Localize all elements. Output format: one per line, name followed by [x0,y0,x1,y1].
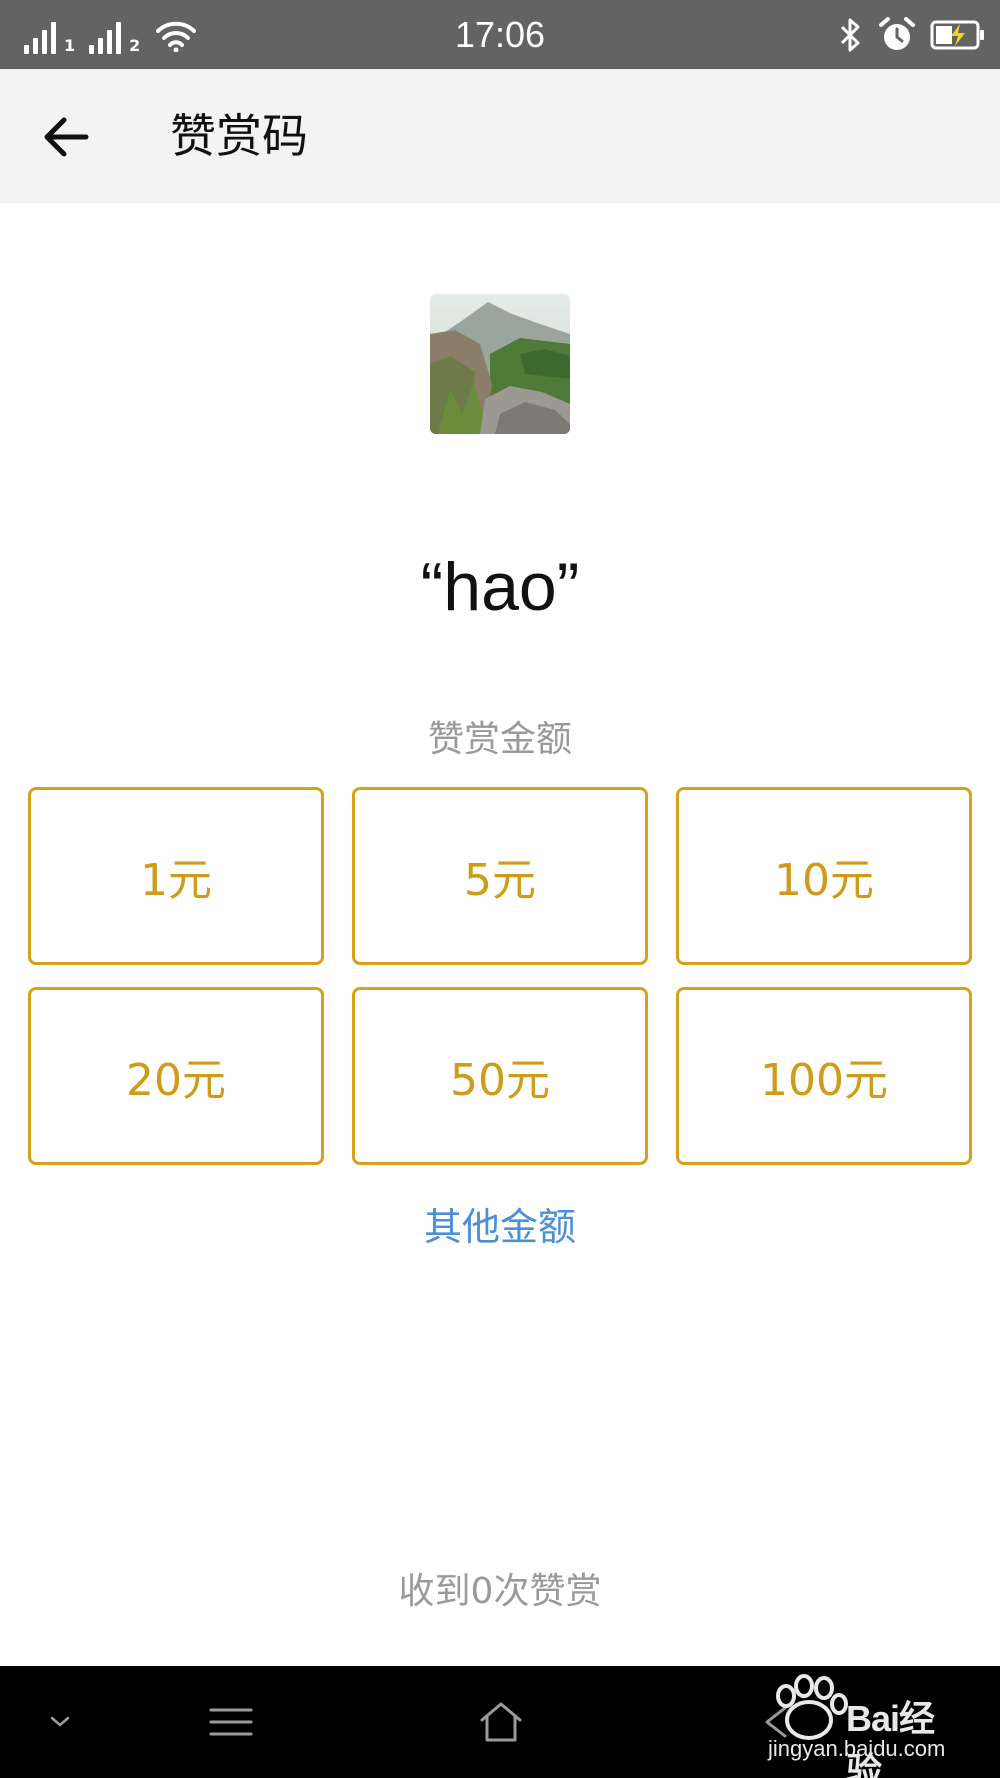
amount-button-10[interactable]: 10元 [676,787,972,965]
nav-home-button[interactable] [466,1666,536,1778]
reward-amount-label: 赞赏金额 [427,719,572,760]
battery-charging-icon [930,20,984,50]
back-button[interactable] [38,109,94,165]
watermark-url: jingyan.baidu.com [768,1736,946,1761]
arrow-left-icon [44,117,89,157]
paw-icon [776,1674,848,1740]
home-icon [480,1702,522,1742]
amount-button-20[interactable]: 20元 [28,987,324,1165]
nav-collapse-button[interactable] [30,1666,90,1778]
app-header: 赞赏码 [0,69,1000,203]
amount-button-100[interactable]: 100元 [676,987,972,1165]
amount-button-5[interactable]: 5元 [352,787,648,965]
page-title: 赞赏码 [170,109,308,163]
nav-menu-button[interactable] [196,1666,266,1778]
other-amount-link[interactable]: 其他金额 [0,1196,1000,1251]
chevron-down-icon [50,1716,70,1727]
alarm-icon [879,17,915,50]
reward-quote: “hao” [420,549,580,625]
amount-button-1[interactable]: 1元 [28,787,324,965]
amount-button-50[interactable]: 50元 [352,987,648,1165]
landscape-photo [430,294,570,434]
bluetooth-icon [840,18,860,52]
avatar[interactable] [430,294,570,434]
status-bar: 1 2 17:06 [0,0,1000,69]
status-right [838,14,986,56]
received-count: 收到0次赞赏 [398,1571,602,1612]
baidu-jingyan-watermark: Bai经验 jingyan.baidu.com [754,1672,964,1778]
watermark-brand: Bai经验 [846,1698,935,1778]
menu-icon [209,1708,253,1736]
